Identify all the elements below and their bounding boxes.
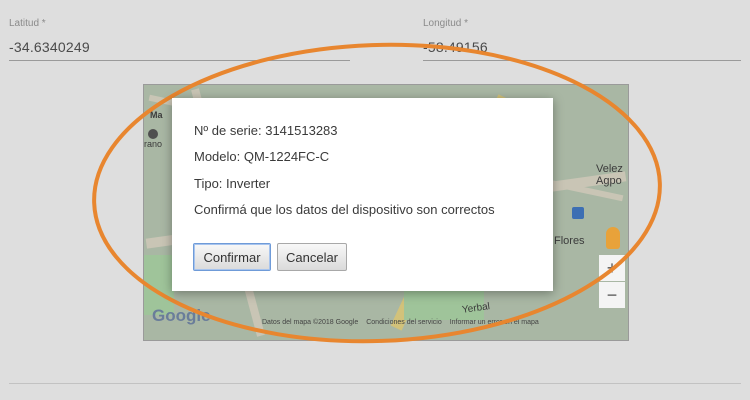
map-label-flores: Flores	[554, 235, 585, 247]
transit-marker-icon	[572, 207, 584, 219]
latitude-value[interactable]: -34.6340249	[9, 38, 350, 56]
map-pin-icon	[148, 129, 158, 139]
map-label-rano: rano	[144, 139, 163, 149]
confirm-message: Confirmá que los datos del dispositivo s…	[194, 202, 495, 217]
map-report-link[interactable]: Informar un error en el mapa	[450, 319, 539, 326]
zoom-out-button[interactable]: −	[599, 282, 625, 308]
model-text: Modelo: QM-1224FC-C	[194, 149, 330, 164]
longitude-label: Longitud *	[423, 18, 469, 29]
latitude-label: Latitud *	[9, 18, 46, 29]
cancel-button[interactable]: Cancelar	[277, 243, 347, 271]
map-label-velez-line1: Velez	[596, 163, 623, 175]
map-footer: Datos del mapa ©2018 Google Condiciones …	[262, 319, 539, 326]
longitude-underline	[423, 60, 741, 61]
serial-number-text: Nº de serie: 3141513283	[194, 123, 338, 138]
map-data-attribution: Datos del mapa ©2018 Google	[262, 319, 359, 326]
google-logo: Google	[152, 306, 211, 325]
confirm-button[interactable]: Confirmar	[193, 243, 271, 271]
latitude-field[interactable]: Latitud * -34.6340249	[9, 18, 350, 61]
type-text: Tipo: Inverter	[194, 176, 271, 191]
map-label-velez: Velez Agpo	[596, 163, 623, 187]
zoom-in-button[interactable]: +	[599, 255, 625, 281]
longitude-value[interactable]: -58.49156	[423, 38, 741, 56]
map-terms-link[interactable]: Condiciones del servicio	[366, 319, 441, 326]
divider	[9, 383, 741, 384]
map-label-velez-line2: Agpo	[596, 175, 622, 187]
map-label-ma: Ma	[150, 110, 163, 120]
map-label-yerbal: Yerbal	[461, 301, 491, 316]
confirm-device-dialog: Nº de serie: 3141513283 Modelo: QM-1224F…	[172, 98, 553, 291]
longitude-field[interactable]: Longitud * -58.49156	[423, 18, 741, 61]
latitude-underline	[9, 60, 350, 61]
pegman-icon[interactable]	[606, 227, 620, 249]
